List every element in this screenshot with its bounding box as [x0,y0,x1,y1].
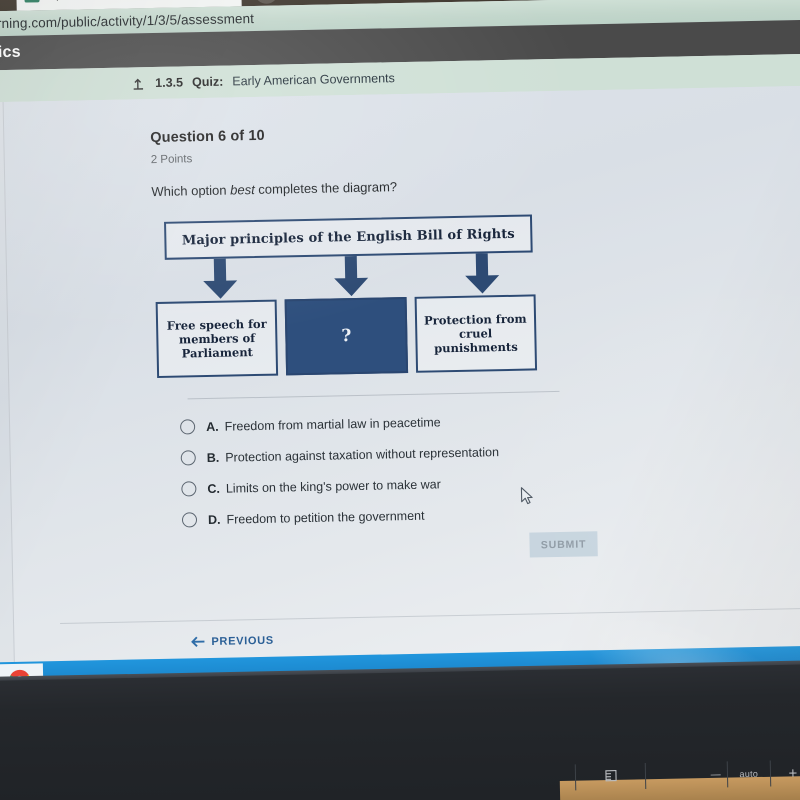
address-bar-url: apexlearning.com/public/activity/1/3/5/a… [0,10,255,33]
diagram-box-missing: ? [284,296,408,376]
answer-options: A. Freedom from martial law in peacetime… [179,403,602,535]
diagram-box-text: Free speech for members of Parliament [166,316,267,361]
option-text: Freedom to petition the government [226,508,425,527]
arrow-left-icon [190,635,205,648]
footer-divider [60,606,800,625]
diagram-box: Protection from cruel punishments [414,294,538,373]
prompt-emphasis: best [230,182,255,198]
previous-button[interactable]: PREVIOUS [190,634,274,649]
submit-button[interactable]: SUBMIT [529,531,598,558]
prompt-part-2: completes the diagram? [254,179,398,198]
prompt-part-1: Which option [151,182,231,200]
radio-button[interactable] [181,481,197,497]
osd-menu-button[interactable] [574,763,646,791]
breadcrumb-name: Early American Governments [232,71,395,89]
radio-button[interactable] [179,419,196,435]
diagram-box-text: ? [341,325,352,346]
option-text: Protection against taxation without repr… [225,444,500,465]
monitor-osd-buttons: — auto + [574,759,800,791]
diagram-title: Major principles of the English Bill of … [181,226,515,248]
osd-minus-button[interactable]: — [644,761,728,790]
option-letter: C. [207,481,221,496]
option-letter: D. [207,512,221,527]
diagram-box-text: Protection from cruel punishments [423,311,527,356]
option-text: Freedom from martial law in peacetime [224,414,441,434]
browser-tab-title: Apex Learning - Courses [47,0,217,1]
option-text: Limits on the king's power to make war [225,476,441,496]
exit-up-arrow-icon[interactable] [131,76,146,91]
diagram-boxes-row: Free speech for members of Parliament ? … [155,294,538,379]
down-arrow-icon [330,255,373,299]
question-prompt: Which option best completes the diagram? [151,179,397,199]
option-letter: B. [206,450,220,465]
osd-plus-button[interactable]: + [769,759,800,787]
option-letter: A. [205,419,219,434]
monitor-screen: Apex Learning - Courses ✕ + apexlearning… [0,0,800,734]
breadcrumb-kind: Quiz: [191,74,224,90]
question-diagram: Major principles of the English Bill of … [154,214,538,390]
assessment-card: Question 6 of 10 2 Points Which option b… [2,85,800,662]
course-title: d Politics [0,43,21,62]
down-arrow-icon [461,253,504,296]
menu-icon [604,769,617,784]
osd-auto-button[interactable]: auto [726,760,771,788]
diagram-box: Free speech for members of Parliament [155,299,279,379]
previous-label: PREVIOUS [211,634,275,648]
page-body: Question 6 of 10 2 Points Which option b… [0,84,800,663]
question-points: 2 Points [150,153,193,167]
mouse-pointer-icon [520,486,534,506]
new-tab-button[interactable]: + [254,0,279,4]
page-title: Question 6 of 10 [150,127,265,147]
divider [187,390,560,400]
apex-favicon-icon [24,0,40,3]
radio-button[interactable] [181,512,198,528]
down-arrow-icon [199,258,242,301]
radio-button[interactable] [180,450,196,466]
breadcrumb-number: 1.3.5 [155,75,184,90]
breadcrumb: 1.3.5 Quiz: Early American Governments [131,71,395,91]
photo-of-monitor: Apex Learning - Courses ✕ + apexlearning… [0,0,800,800]
